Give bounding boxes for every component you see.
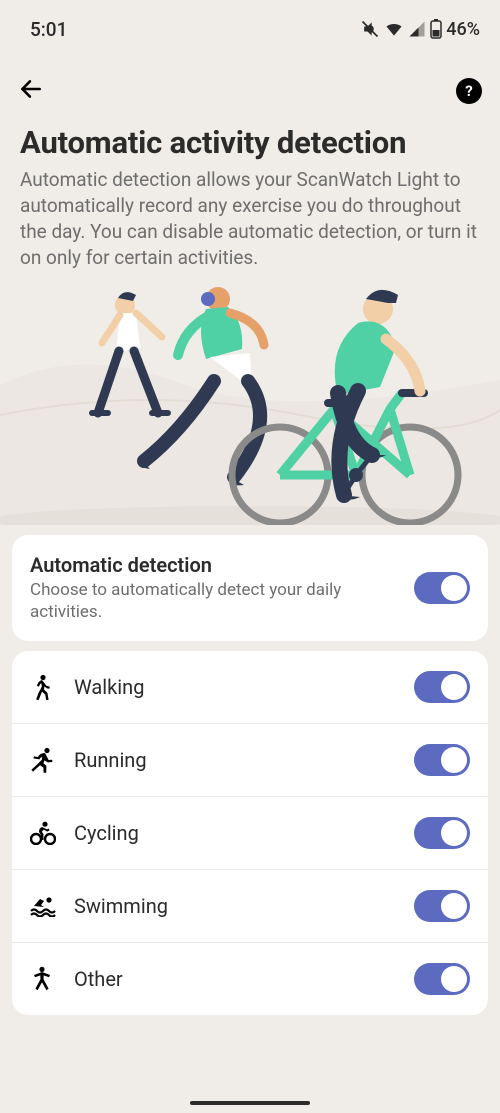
home-indicator[interactable] <box>190 1101 310 1105</box>
activity-row-swimming[interactable]: Swimming <box>12 870 488 943</box>
status-bar: 5:01 46% <box>0 0 500 48</box>
activity-toggle-other[interactable] <box>414 963 470 995</box>
activity-label: Walking <box>74 675 414 699</box>
master-toggle[interactable] <box>414 572 470 604</box>
help-button[interactable]: ? <box>456 78 482 104</box>
activity-toggle-walking[interactable] <box>414 671 470 703</box>
wifi-icon <box>384 19 404 39</box>
activity-row-cycling[interactable]: Cycling <box>12 797 488 870</box>
status-indicators: 46% <box>360 19 480 40</box>
activity-list: Walking Running Cycling Swimming Other <box>12 651 488 1015</box>
status-time: 5:01 <box>30 18 67 41</box>
activity-label: Swimming <box>74 894 414 918</box>
activity-label: Running <box>74 748 414 772</box>
walking-icon <box>30 674 74 700</box>
activity-row-running[interactable]: Running <box>12 724 488 797</box>
master-toggle-title: Automatic detection <box>30 553 394 577</box>
top-nav: ? <box>0 48 500 106</box>
page-title: Automatic activity detection <box>20 124 480 161</box>
master-toggle-card: Automatic detection Choose to automatica… <box>12 535 488 641</box>
cycling-icon <box>30 821 74 845</box>
master-toggle-subtitle: Choose to automatically detect your dail… <box>30 579 394 623</box>
running-icon <box>30 747 74 773</box>
activity-row-other[interactable]: Other <box>12 943 488 1015</box>
activity-toggle-cycling[interactable] <box>414 817 470 849</box>
activity-toggle-swimming[interactable] <box>414 890 470 922</box>
help-label: ? <box>465 82 472 100</box>
other-icon <box>30 966 74 992</box>
activity-label: Other <box>74 967 414 991</box>
activity-toggle-running[interactable] <box>414 744 470 776</box>
signal-icon <box>408 20 426 38</box>
page-description: Automatic detection allows your ScanWatc… <box>20 167 480 271</box>
page-header: Automatic activity detection Automatic d… <box>0 106 500 271</box>
battery-text: 46% <box>446 19 480 40</box>
swimming-icon <box>30 895 74 917</box>
activity-row-walking[interactable]: Walking <box>12 651 488 724</box>
battery-icon <box>430 19 442 39</box>
activity-label: Cycling <box>74 821 414 845</box>
back-button[interactable] <box>18 76 44 106</box>
mute-icon <box>360 19 380 39</box>
activity-illustration <box>0 275 500 525</box>
